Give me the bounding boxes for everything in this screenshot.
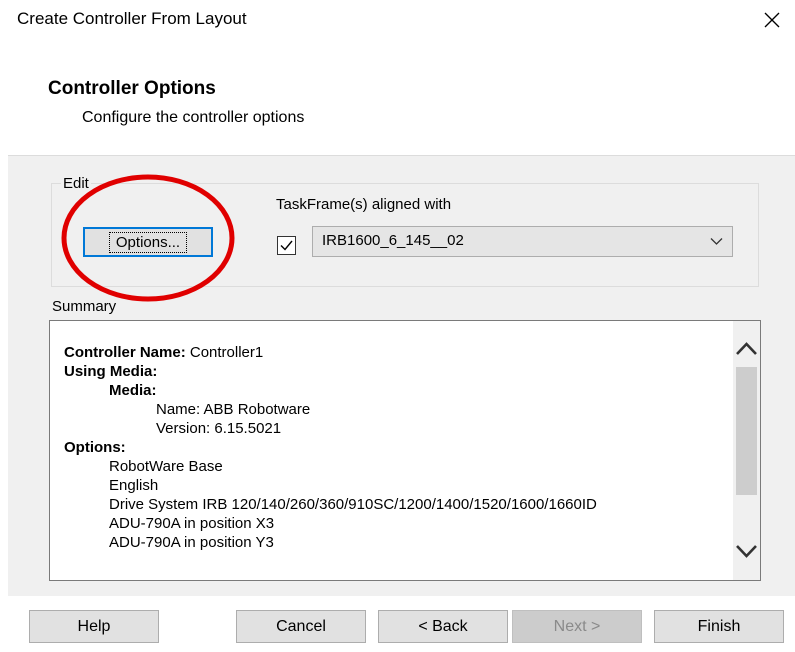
list-item: English (109, 477, 159, 494)
page-subtitle: Configure the controller options (82, 109, 305, 126)
taskframe-dropdown[interactable]: IRB1600_6_145__02 (312, 226, 733, 257)
media-version: Version: 6.15.5021 (156, 420, 282, 437)
summary-label: Summary (50, 298, 119, 315)
summary-content: Controller Name: Controller1 Using Media… (64, 343, 597, 552)
list-item: ADU-790A in position Y3 (109, 534, 274, 551)
list-item: Drive System IRB 120/140/260/360/910SC/1… (109, 496, 597, 513)
taskframe-dropdown-value: IRB1600_6_145__02 (322, 232, 464, 249)
taskframe-checkbox[interactable] (277, 236, 296, 255)
controller-name-value: Controller1 (185, 344, 264, 361)
cancel-button[interactable]: Cancel (236, 610, 366, 643)
help-button[interactable]: Help (29, 610, 159, 643)
back-button[interactable]: < Back (378, 610, 508, 643)
taskframe-label: TaskFrame(s) aligned with (276, 196, 452, 213)
scroll-up-icon[interactable] (733, 335, 760, 363)
close-icon[interactable] (761, 9, 783, 31)
options-button-label: Options... (108, 231, 188, 253)
using-media-key: Using Media: (64, 363, 158, 380)
list-item: RobotWare Base (109, 458, 223, 475)
page-title: Controller Options (48, 78, 216, 99)
summary-textbox[interactable]: Controller Name: Controller1 Using Media… (49, 320, 761, 581)
options-button[interactable]: Options... (83, 227, 213, 257)
edit-group-label: Edit (61, 175, 91, 192)
media-key: Media: (109, 382, 157, 399)
summary-scrollbar[interactable] (733, 321, 760, 580)
media-name: Name: ABB Robotware (156, 401, 311, 418)
checkmark-icon (280, 240, 293, 251)
list-item: ADU-790A in position X3 (109, 515, 275, 532)
scroll-down-icon[interactable] (733, 537, 760, 565)
options-key: Options: (64, 439, 126, 456)
finish-button[interactable]: Finish (654, 610, 784, 643)
chevron-down-icon (710, 238, 723, 245)
scroll-thumb[interactable] (736, 367, 757, 495)
controller-name-key: Controller Name: (64, 344, 186, 361)
title-bar: Create Controller From Layout (0, 0, 795, 40)
next-button[interactable]: Next > (512, 610, 642, 643)
window-title: Create Controller From Layout (17, 9, 247, 28)
